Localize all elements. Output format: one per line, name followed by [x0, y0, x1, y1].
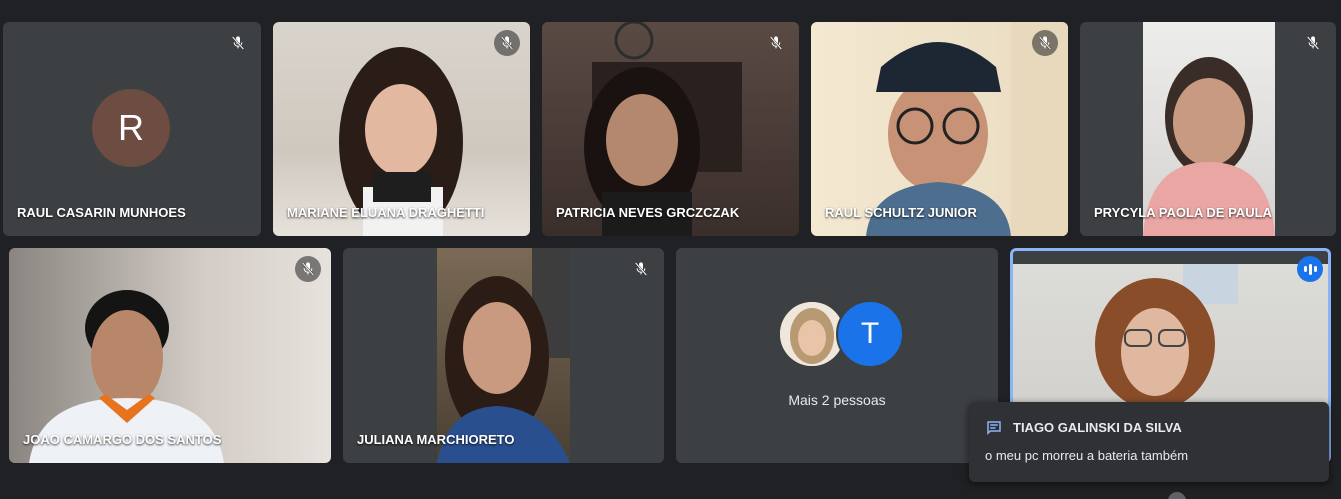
mic-off-icon [494, 30, 520, 56]
participant-tile-prycyla[interactable]: PRYCYLA PAOLA DE PAULA [1080, 22, 1336, 236]
mic-off-icon [295, 256, 321, 282]
speaking-indicator-icon [1297, 256, 1323, 282]
participant-name: PRYCYLA PAOLA DE PAULA [1094, 205, 1272, 220]
participant-name: PATRICIA NEVES GRCZCZAK [556, 205, 740, 220]
participant-tile-juliana[interactable]: JULIANA MARCHIORETO [343, 248, 664, 463]
mic-off-icon [1032, 30, 1058, 56]
participant-tile-patricia[interactable]: PATRICIA NEVES GRCZCZAK [542, 22, 799, 236]
participant-name: MARIANE ELUANA DRAGHETTI [287, 205, 485, 220]
chat-notification[interactable]: TIAGO GALINSKI DA SILVA o meu pc morreu … [969, 402, 1329, 482]
chat-message: o meu pc morreu a bateria também [985, 448, 1189, 463]
video-feed [811, 22, 1068, 236]
video-feed [9, 248, 331, 463]
participant-name: RAUL CASARIN MUNHOES [17, 205, 186, 220]
participant-name: JULIANA MARCHIORETO [357, 432, 515, 447]
avatar: R [92, 89, 170, 167]
video-feed [437, 248, 570, 463]
scroll-indicator[interactable] [1168, 492, 1186, 499]
participant-tile-joao[interactable]: JOAO CAMARGO DOS SANTOS [9, 248, 331, 463]
participant-video [339, 47, 463, 236]
participant-video [1143, 57, 1275, 236]
participant-name: RAUL SCHULTZ JUNIOR [825, 205, 977, 220]
video-feed [273, 22, 530, 236]
participant-video [866, 22, 1068, 236]
video-feed [542, 22, 799, 236]
mic-off-icon [225, 30, 251, 56]
more-participants-label: Mais 2 pessoas [788, 392, 886, 408]
chat-icon [987, 421, 1001, 436]
more-avatars: T [778, 300, 904, 368]
more-participants-tile[interactable]: T Mais 2 pessoas [676, 248, 998, 463]
mic-off-icon [628, 256, 654, 282]
participant-tile-raul-casarin[interactable]: R RAUL CASARIN MUNHOES [3, 22, 261, 236]
participant-tile-mariane[interactable]: MARIANE ELUANA DRAGHETTI [273, 22, 530, 236]
meeting-grid: R RAUL CASARIN MUNHOES MARIANE ELUANA DR… [0, 0, 1341, 499]
participant-name: JOAO CAMARGO DOS SANTOS [23, 432, 222, 447]
mic-off-icon [1300, 30, 1326, 56]
mic-off-icon [763, 30, 789, 56]
chat-sender: TIAGO GALINSKI DA SILVA [1013, 420, 1182, 435]
participant-tile-raul-schultz[interactable]: RAUL SCHULTZ JUNIOR [811, 22, 1068, 236]
participant-video [29, 290, 224, 463]
participant-video [437, 248, 570, 463]
avatar: T [836, 300, 904, 368]
participant-video [584, 22, 742, 236]
video-feed [1143, 22, 1275, 236]
